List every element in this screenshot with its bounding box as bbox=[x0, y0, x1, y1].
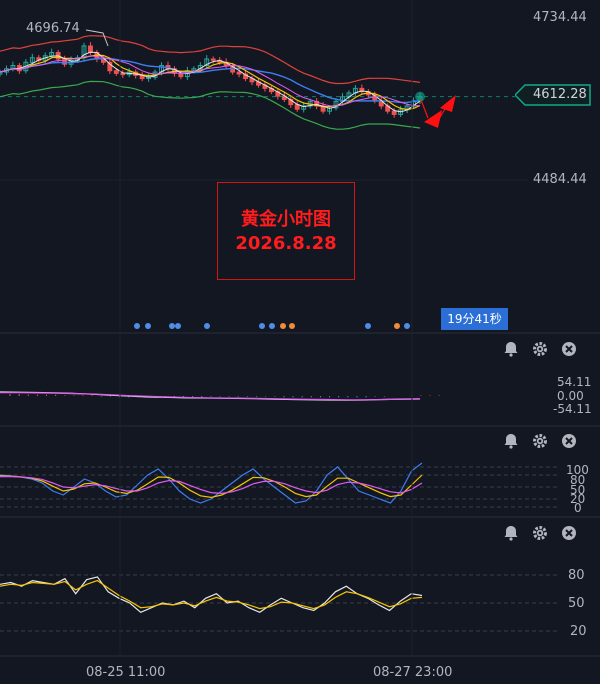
arrow-line bbox=[420, 99, 429, 119]
gear-icon[interactable] bbox=[531, 340, 549, 358]
signal-dot bbox=[259, 323, 265, 329]
bell-icon[interactable] bbox=[502, 432, 520, 450]
close-icon[interactable] bbox=[560, 524, 578, 542]
signal-dot bbox=[289, 323, 295, 329]
signal-dot bbox=[204, 323, 210, 329]
red-arrow-up bbox=[440, 95, 456, 112]
price-tick-bottom: 4484.44 bbox=[533, 172, 587, 187]
close-icon[interactable] bbox=[560, 432, 578, 450]
candle-body bbox=[120, 72, 126, 76]
candle-body bbox=[236, 71, 242, 75]
kdj-tick-0: 0 bbox=[574, 501, 582, 515]
chart-date: 2026.8.28 bbox=[235, 233, 337, 254]
macd-tick-zero: 0.00 bbox=[557, 389, 584, 403]
candle-body bbox=[210, 58, 216, 61]
price-tick-top: 4734.44 bbox=[533, 10, 587, 25]
x-label-1: 08-25 11:00 bbox=[86, 665, 166, 680]
candle-body bbox=[391, 110, 397, 115]
rsi-tick-50: 50 bbox=[568, 596, 585, 611]
macd-tick-neg: -54.11 bbox=[553, 402, 592, 416]
rsi-line bbox=[0, 579, 423, 610]
last-price-dot bbox=[415, 91, 425, 102]
x-label-2: 08-27 23:00 bbox=[373, 665, 453, 680]
rsi-tick-20: 20 bbox=[570, 624, 587, 639]
gear-icon[interactable] bbox=[531, 524, 549, 542]
bell-icon[interactable] bbox=[502, 524, 520, 542]
kdj-line bbox=[0, 474, 423, 499]
signal-dot bbox=[269, 323, 275, 329]
candle-body bbox=[88, 45, 93, 53]
macd-tick-pos: 54.11 bbox=[557, 375, 592, 389]
signal-dot bbox=[365, 323, 371, 329]
high-price-label: 4696.74 bbox=[26, 21, 80, 36]
candle-body bbox=[113, 70, 119, 74]
rsi-tick-80: 80 bbox=[568, 568, 585, 583]
signal-dot bbox=[394, 323, 400, 329]
signal-dot bbox=[175, 323, 181, 329]
signal-dot bbox=[169, 323, 175, 329]
bell-icon[interactable] bbox=[502, 340, 520, 358]
current-price-value: 4612.28 bbox=[533, 87, 587, 102]
signal-dot bbox=[134, 323, 140, 329]
high-marker-leader bbox=[85, 29, 109, 47]
gear-icon[interactable] bbox=[531, 432, 549, 450]
signal-dot bbox=[280, 323, 286, 329]
signal-dot bbox=[145, 323, 151, 329]
close-icon[interactable] bbox=[560, 340, 578, 358]
chart-title: 黄金小时图 bbox=[241, 209, 331, 230]
signal-dot bbox=[404, 323, 410, 329]
candle-countdown: 19分41秒 bbox=[441, 308, 508, 330]
chart-title-box: 黄金小时图 2026.8.28 bbox=[217, 182, 355, 280]
